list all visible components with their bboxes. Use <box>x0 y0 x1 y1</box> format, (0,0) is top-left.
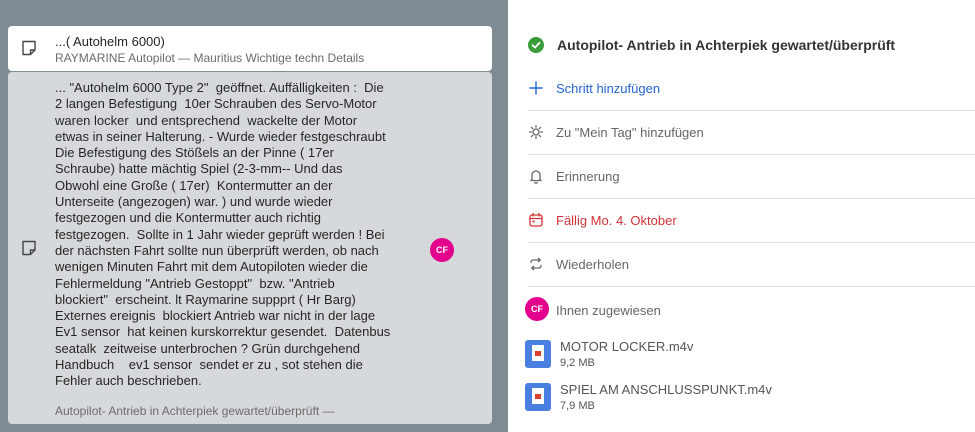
avatar: CF <box>525 297 549 321</box>
file-attachment[interactable]: SPIEL AM ANSCHLUSSPUNKT.m4v 7,9 MB <box>508 381 975 413</box>
list-item-subtitle: Autopilot- Antrieb in Achterpiek gewarte… <box>55 404 335 418</box>
video-file-icon <box>525 340 551 368</box>
repeat-label: Wiederholen <box>556 257 629 272</box>
file-size: 9,2 MB <box>560 357 595 369</box>
list-item-title: ...( Autohelm 6000) <box>55 34 165 49</box>
completed-check-icon[interactable] <box>528 37 544 53</box>
divider <box>528 110 975 111</box>
divider <box>528 198 975 199</box>
notes-list-pane: ...( Autohelm 6000) RAYMARINE Autopilot … <box>0 0 508 432</box>
list-item-subtitle: RAYMARINE Autopilot — Mauritius Wichtige… <box>55 51 365 65</box>
reminder-button[interactable]: Erinnerung <box>508 167 975 187</box>
divider <box>528 154 975 155</box>
due-date-button[interactable]: Fällig Mo. 4. Oktober <box>508 211 975 231</box>
task-title[interactable]: Autopilot- Antrieb in Achterpiek gewarte… <box>557 37 895 53</box>
add-to-my-day-label: Zu "Mein Tag" hinzufügen <box>556 125 704 140</box>
assigned-to-row[interactable]: CF Ihnen zugewiesen <box>508 297 975 323</box>
list-item[interactable]: ...( Autohelm 6000) RAYMARINE Autopilot … <box>8 26 492 71</box>
divider <box>528 242 975 243</box>
add-to-my-day-button[interactable]: Zu "Mein Tag" hinzufügen <box>508 123 975 143</box>
add-step-label: Schritt hinzufügen <box>556 81 661 96</box>
list-item-body: ... "Autohelm 6000 Type 2" geöffnet. Auf… <box>55 80 391 389</box>
divider <box>528 286 975 287</box>
repeat-button[interactable]: Wiederholen <box>508 255 975 275</box>
video-file-icon <box>525 383 551 411</box>
file-name: MOTOR LOCKER.m4v <box>560 339 694 354</box>
reminder-label: Erinnerung <box>556 169 620 184</box>
sun-icon <box>528 124 544 140</box>
file-size: 7,9 MB <box>560 400 595 412</box>
plus-icon <box>529 81 543 95</box>
assigned-label: Ihnen zugewiesen <box>556 303 661 318</box>
add-step-button[interactable]: Schritt hinzufügen <box>508 79 975 99</box>
repeat-icon <box>530 257 542 271</box>
avatar: CF <box>430 238 454 262</box>
bell-icon <box>530 170 542 184</box>
list-item[interactable]: ... "Autohelm 6000 Type 2" geöffnet. Auf… <box>8 72 492 424</box>
due-date-label: Fällig Mo. 4. Oktober <box>556 213 677 228</box>
note-icon <box>22 40 36 56</box>
note-icon <box>22 240 36 256</box>
task-detail-pane: Autopilot- Antrieb in Achterpiek gewarte… <box>508 0 975 432</box>
file-attachment[interactable]: MOTOR LOCKER.m4v 9,2 MB <box>508 338 975 370</box>
calendar-icon <box>529 212 543 227</box>
file-name: SPIEL AM ANSCHLUSSPUNKT.m4v <box>560 382 772 397</box>
